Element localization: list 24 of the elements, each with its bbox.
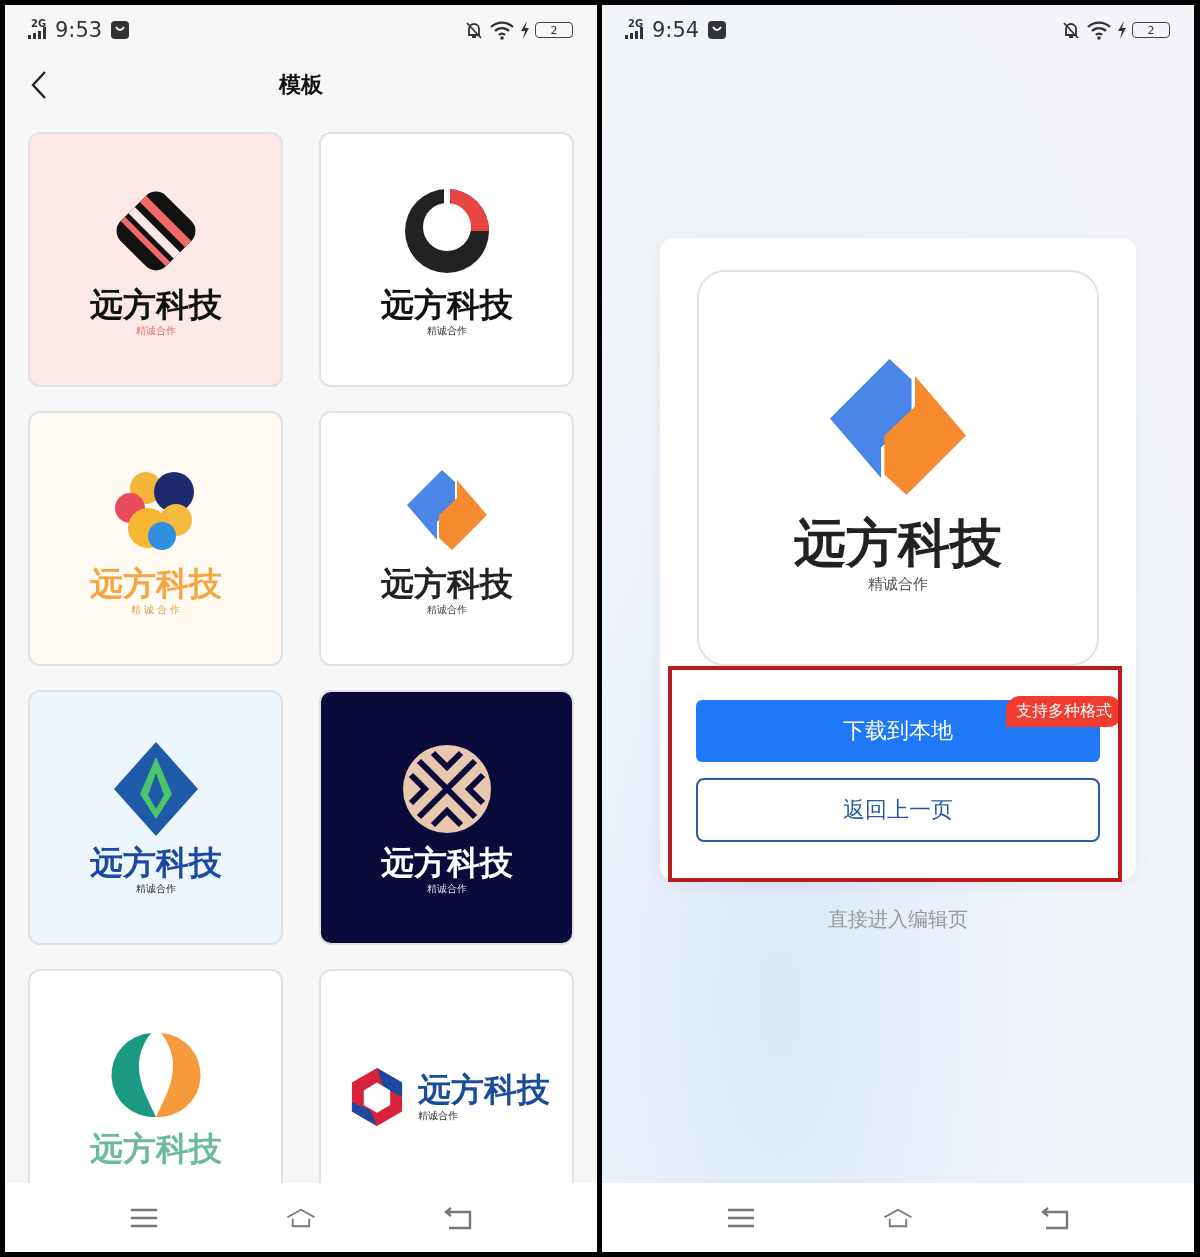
logo-subtitle: 精诚合作 [135, 324, 176, 339]
logo-title: 远方科技 [380, 284, 513, 325]
page-title: 模板 [279, 71, 323, 99]
logo-subtitle: 精诚合作 [426, 324, 467, 339]
logo-title: 远方科技 [794, 512, 1002, 575]
logo-subtitle: 精诚合作 [426, 603, 467, 618]
logo-title: 远方科技 [417, 1069, 550, 1110]
logo-subtitle: 精诚合作 [417, 1109, 458, 1124]
logo-subtitle: 精诚合作 [868, 574, 928, 594]
network-type: 2G [628, 17, 645, 29]
battery-level: 2 [550, 24, 558, 36]
logo-subtitle: 精 诚 合 作 [130, 603, 181, 618]
network-type: 2G [31, 17, 48, 29]
logo-title: 远方科技 [89, 284, 222, 325]
logo-subtitle: 精诚合作 [135, 882, 176, 897]
battery-level: 2 [1147, 24, 1155, 36]
clock-time: 9:53 [55, 18, 103, 42]
logo-subtitle: 精诚合作 [426, 882, 467, 897]
logo-title: 远方科技 [89, 1128, 222, 1169]
logo-title: 远方科技 [380, 842, 513, 883]
logo-title: 远方科技 [380, 563, 513, 604]
logo-title: 远方科技 [89, 842, 222, 883]
clock-time: 9:54 [652, 18, 700, 42]
logo-title: 远方科技 [89, 563, 222, 604]
